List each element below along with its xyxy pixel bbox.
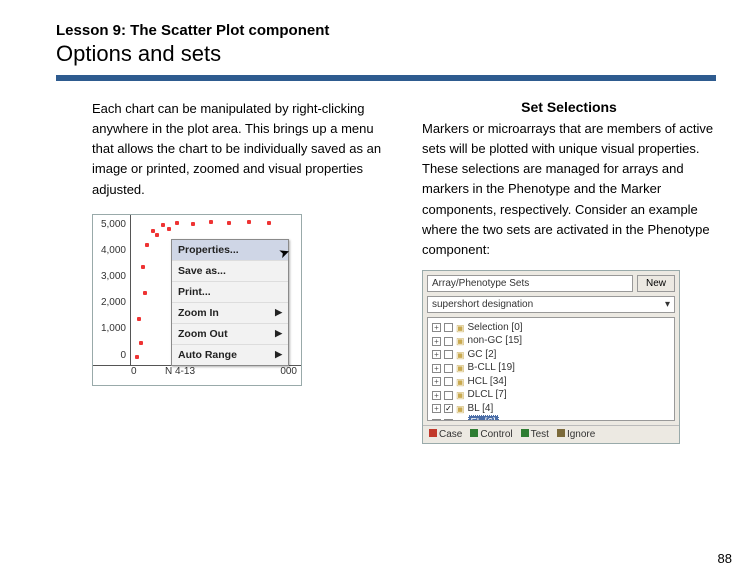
chart-context-menu: Properties... Save as... Print... Zoom I…	[171, 239, 289, 366]
submenu-arrow-icon: ▶	[275, 328, 282, 339]
tree-item[interactable]: +▣non-GC [15]	[432, 334, 670, 348]
ytick: 3,000	[101, 271, 126, 282]
menu-item-zoom-in[interactable]: Zoom In ▶	[172, 303, 288, 324]
ytick: 2,000	[101, 297, 126, 308]
x-axis-label: N 4-13	[165, 366, 195, 377]
ytick: 1,000	[101, 323, 126, 334]
legend-swatch-control	[470, 429, 478, 437]
set-selections-heading: Set Selections	[422, 99, 716, 115]
tree-item[interactable]: +▣B-CLL [19]	[432, 361, 670, 375]
tree-item[interactable]: +▣HCL [34]	[432, 375, 670, 389]
tree-item[interactable]: +▣DLCL [7]	[432, 388, 670, 402]
submenu-arrow-icon: ▶	[275, 349, 282, 360]
legend-swatch-case	[429, 429, 437, 437]
menu-item-zoom-out[interactable]: Zoom Out ▶	[172, 324, 288, 345]
menu-label: Auto Range	[178, 349, 237, 361]
phenotype-panel: Array/Phenotype Sets New supershort desi…	[422, 270, 680, 444]
ytick: 0	[120, 350, 126, 361]
menu-item-properties[interactable]: Properties...	[172, 240, 288, 261]
chart-screenshot: 5,000 4,000 3,000 2,000 1,000 0	[92, 214, 302, 386]
submenu-arrow-icon: ▶	[275, 307, 282, 318]
legend-label: Control	[480, 429, 512, 440]
ytick: 4,000	[101, 245, 126, 256]
legend-swatch-test	[521, 429, 529, 437]
left-body-text: Each chart can be manipulated by right-c…	[92, 99, 386, 200]
lesson-subtitle: Lesson 9: The Scatter Plot component	[56, 22, 716, 39]
chart-y-axis: 5,000 4,000 3,000 2,000 1,000 0	[93, 215, 131, 365]
legend-label: Case	[439, 429, 462, 440]
tree-item[interactable]: +▣FL [6]	[432, 415, 670, 421]
xtick: 000	[280, 366, 301, 377]
menu-item-auto-range[interactable]: Auto Range ▶	[172, 345, 288, 365]
legend-swatch-ignore	[557, 429, 565, 437]
page-title: Options and sets	[56, 41, 716, 67]
menu-label: Zoom Out	[178, 328, 228, 340]
menu-label: Properties...	[178, 244, 239, 256]
designation-combo[interactable]: supershort designation ▾	[427, 296, 675, 313]
new-button[interactable]: New	[637, 275, 675, 292]
chevron-down-icon: ▾	[665, 299, 670, 310]
chart-x-axis: 0 N 4-13 000	[93, 365, 301, 385]
menu-label: Zoom In	[178, 307, 219, 319]
tree-item[interactable]: +▣GC [2]	[432, 348, 670, 362]
sets-tree[interactable]: +▣Selection [0] +▣non-GC [15] +▣GC [2] +…	[427, 317, 675, 421]
xtick: 0	[131, 366, 145, 377]
panel-title-box: Array/Phenotype Sets	[427, 275, 633, 292]
legend-label: Ignore	[567, 429, 595, 440]
menu-item-save-as[interactable]: Save as...	[172, 261, 288, 282]
page-number: 88	[718, 551, 732, 566]
tree-item[interactable]: +▣BL [4]	[432, 402, 670, 416]
title-rule	[56, 75, 716, 81]
combo-value: supershort designation	[432, 299, 533, 310]
menu-label: Save as...	[178, 265, 226, 277]
legend-label: Test	[531, 429, 549, 440]
tree-item[interactable]: +▣Selection [0]	[432, 321, 670, 335]
right-body-text: Markers or microarrays that are members …	[422, 119, 716, 260]
menu-item-print[interactable]: Print...	[172, 282, 288, 303]
menu-label: Print...	[178, 286, 211, 298]
ytick: 5,000	[101, 219, 126, 230]
legend-bar: Case Control Test Ignore	[423, 425, 679, 443]
